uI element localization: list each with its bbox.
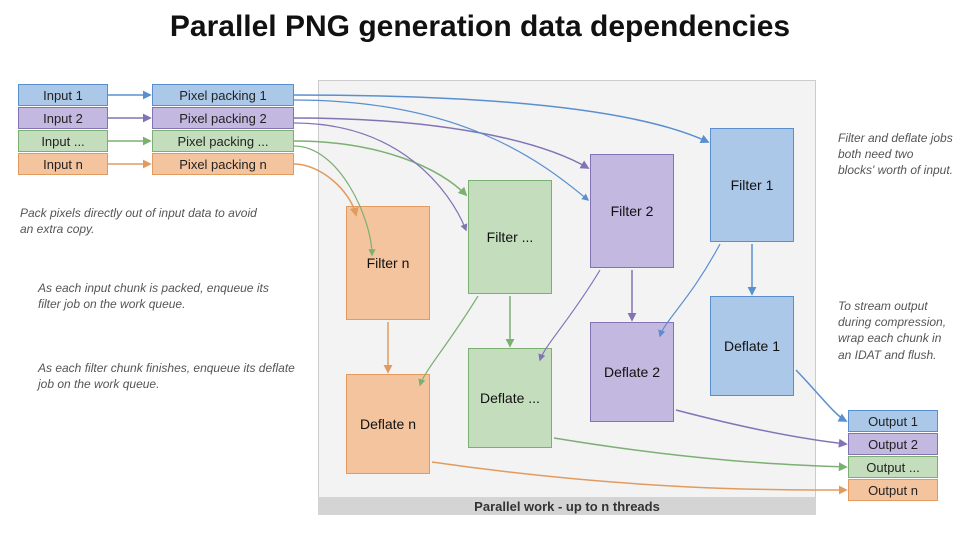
input-box-2: Input 2 bbox=[18, 107, 108, 129]
input-box-n: Input n bbox=[18, 153, 108, 175]
input-box-e: Input ... bbox=[18, 130, 108, 152]
input-box-1: Input 1 bbox=[18, 84, 108, 106]
label: Filter ... bbox=[487, 229, 534, 245]
label: Deflate 1 bbox=[724, 338, 780, 354]
label: Output 2 bbox=[868, 437, 918, 452]
label: Filter 1 bbox=[731, 177, 774, 193]
packing-box-e: Pixel packing ... bbox=[152, 130, 294, 152]
label: Deflate n bbox=[360, 416, 416, 432]
ann-enqueue-deflate: As each filter chunk finishes, enqueue i… bbox=[38, 360, 298, 392]
deflate-n: Deflate n bbox=[346, 374, 430, 474]
packing-box-1: Pixel packing 1 bbox=[152, 84, 294, 106]
output-box-e: Output ... bbox=[848, 456, 938, 478]
label: Pixel packing ... bbox=[177, 134, 268, 149]
label: Input ... bbox=[41, 134, 84, 149]
parallel-caption-bar: Parallel work - up to n threads bbox=[318, 497, 816, 515]
filter-n: Filter n bbox=[346, 206, 430, 320]
ann-pack: Pack pixels directly out of input data t… bbox=[20, 205, 270, 237]
label: Filter 2 bbox=[611, 203, 654, 219]
label: Output ... bbox=[866, 460, 919, 475]
output-box-n: Output n bbox=[848, 479, 938, 501]
output-box-2: Output 2 bbox=[848, 433, 938, 455]
ann-need-two: Filter and deflate jobs both need two bl… bbox=[838, 130, 953, 179]
label: Pixel packing 2 bbox=[179, 111, 266, 126]
filter-2: Filter 2 bbox=[590, 154, 674, 268]
output-box-1: Output 1 bbox=[848, 410, 938, 432]
label: Filter n bbox=[367, 255, 410, 271]
filter-1: Filter 1 bbox=[710, 128, 794, 242]
page-title: Parallel PNG generation data dependencie… bbox=[0, 10, 960, 44]
ann-stream-out: To stream output during compression, wra… bbox=[838, 298, 953, 363]
filter-e: Filter ... bbox=[468, 180, 552, 294]
deflate-e: Deflate ... bbox=[468, 348, 552, 448]
label: Output n bbox=[868, 483, 918, 498]
label: Input 2 bbox=[43, 111, 83, 126]
label: Input n bbox=[43, 157, 83, 172]
deflate-1: Deflate 1 bbox=[710, 296, 794, 396]
label: Pixel packing n bbox=[179, 157, 266, 172]
ann-enqueue-filter: As each input chunk is packed, enqueue i… bbox=[38, 280, 278, 312]
label: Output 1 bbox=[868, 414, 918, 429]
label: Input 1 bbox=[43, 88, 83, 103]
label: Deflate 2 bbox=[604, 364, 660, 380]
label: Deflate ... bbox=[480, 390, 540, 406]
parallel-caption: Parallel work - up to n threads bbox=[474, 499, 660, 514]
packing-box-n: Pixel packing n bbox=[152, 153, 294, 175]
deflate-2: Deflate 2 bbox=[590, 322, 674, 422]
packing-box-2: Pixel packing 2 bbox=[152, 107, 294, 129]
label: Pixel packing 1 bbox=[179, 88, 266, 103]
